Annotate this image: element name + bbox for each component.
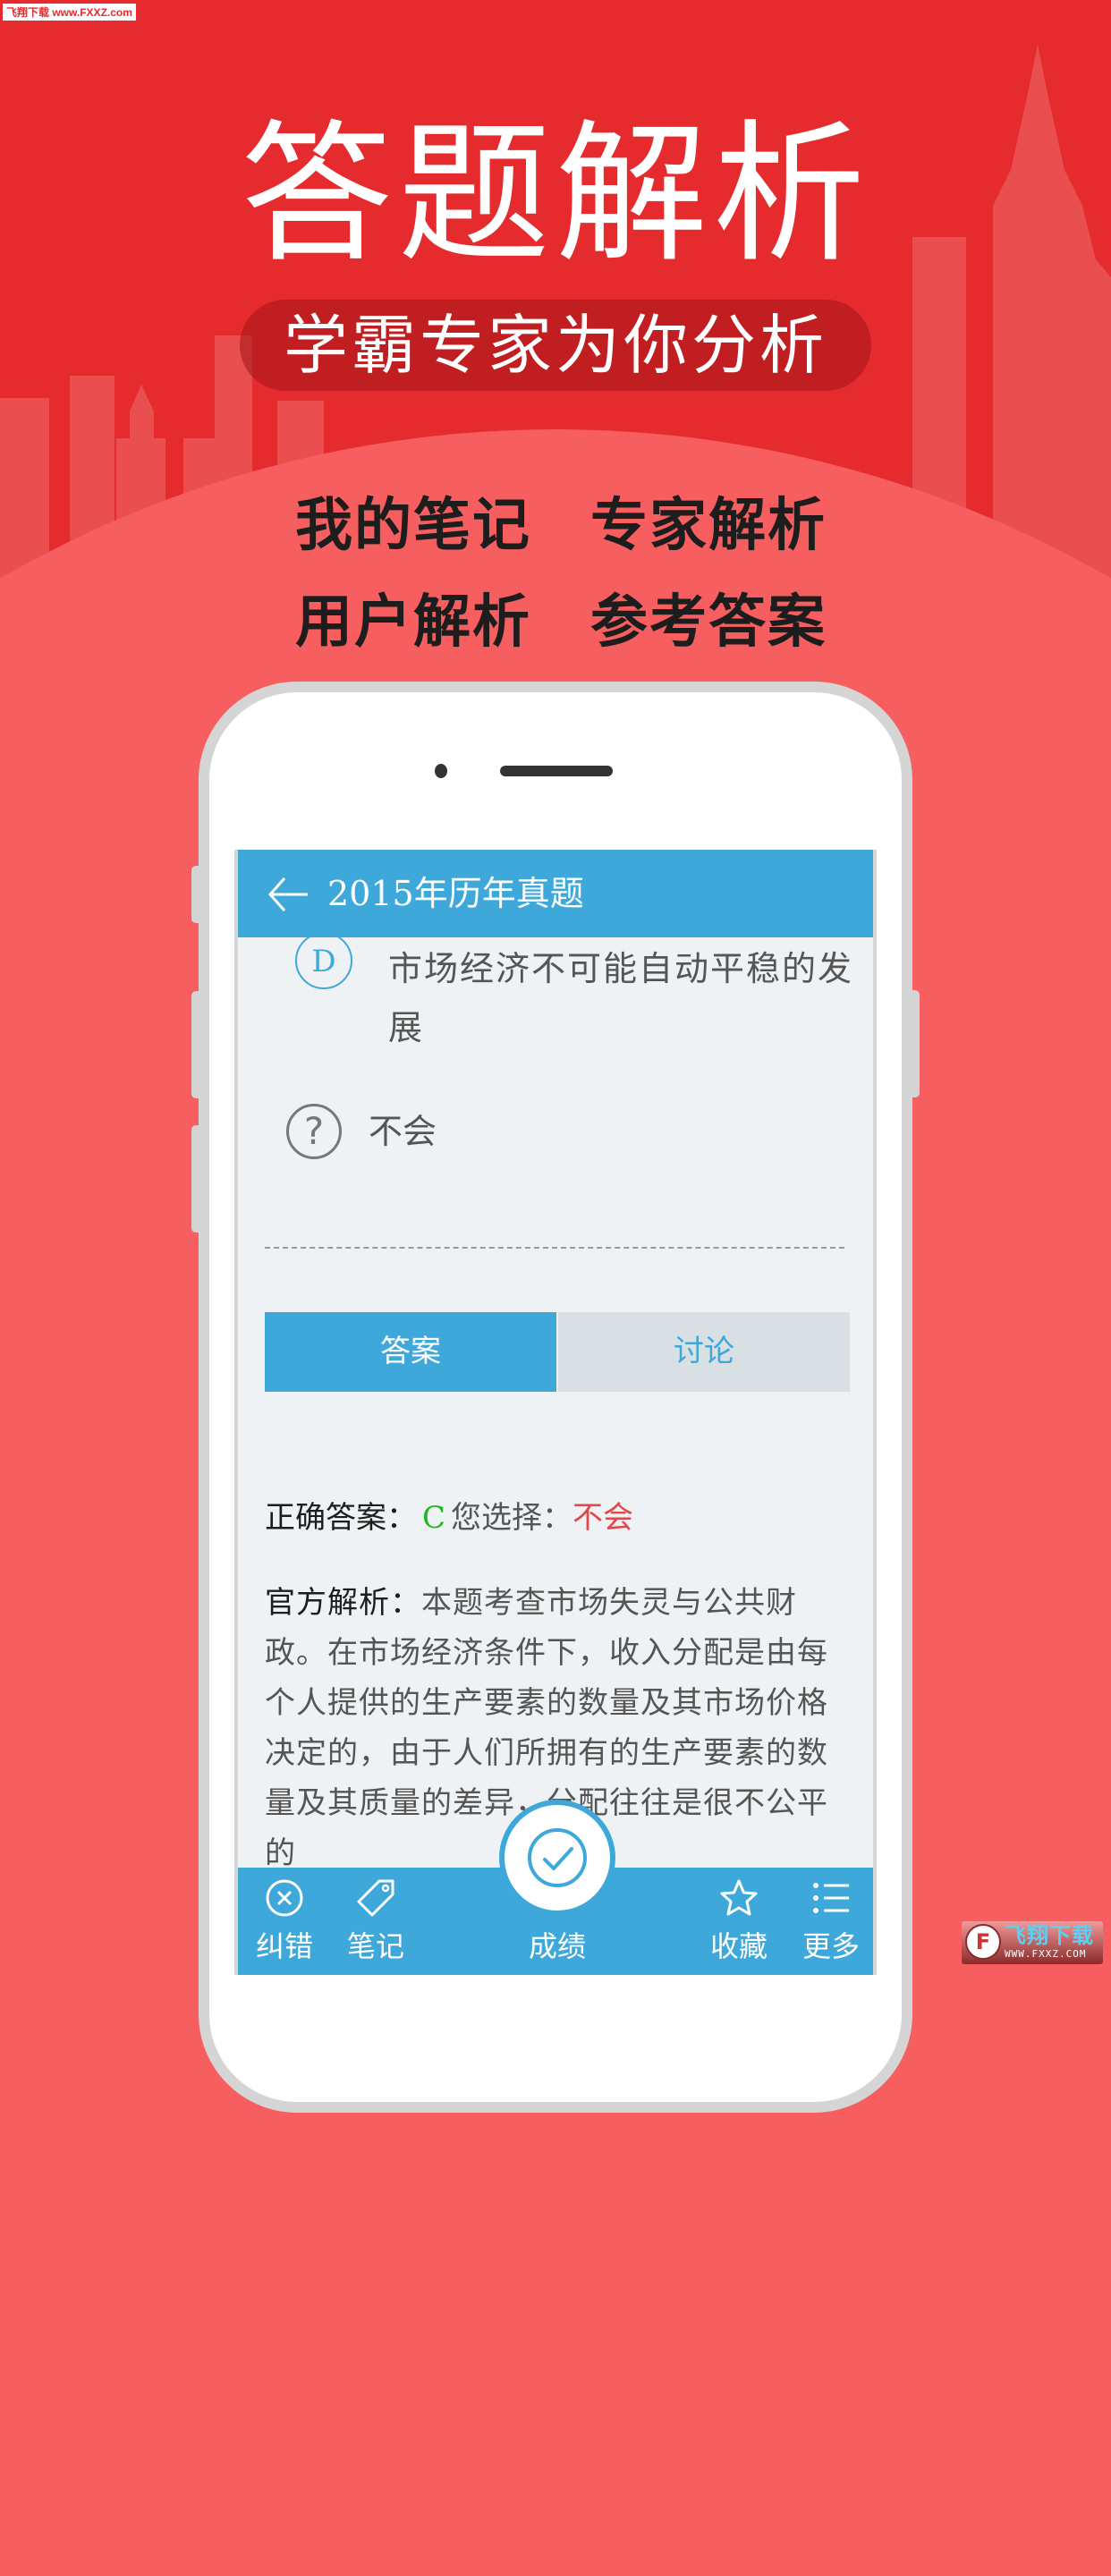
- back-arrow-icon[interactable]: [265, 875, 310, 914]
- header-title: 2015年历年真题: [327, 874, 584, 913]
- feature-reference-answer: 参考答案: [590, 589, 827, 656]
- nav-label: 笔记: [346, 1929, 404, 1963]
- nav-item-more[interactable]: 更多: [777, 1868, 873, 1975]
- your-choice-value: 不会: [572, 1500, 634, 1536]
- banner-subtitle: 学霸专家为你分析: [283, 308, 827, 383]
- option-d-text[interactable]: 市场经济不可能自动平稳的发展: [388, 939, 853, 1057]
- close-circle-icon: [266, 1879, 303, 1917]
- nav-item-notes[interactable]: 笔记: [322, 1868, 429, 1975]
- feature-user-analysis: 用户解析: [295, 589, 531, 656]
- star-icon: [720, 1879, 758, 1916]
- tag-icon: [357, 1879, 394, 1917]
- nav-label: 成绩: [528, 1929, 586, 1963]
- app-screen: 2015年历年真题 D 市场经济不可能自动平稳的发展 ? 不会 答案 讨论 正确…: [234, 850, 877, 1975]
- dont-know-option[interactable]: 不会: [369, 1109, 437, 1154]
- phone-camera: [435, 764, 447, 778]
- question-circle-icon[interactable]: ?: [286, 1104, 342, 1159]
- brand-badge: F 飞翔下载 WWW.FXXZ.COM: [962, 1921, 1103, 1964]
- nav-item-favorites[interactable]: 收藏: [685, 1868, 793, 1975]
- tab-discussion[interactable]: 讨论: [558, 1312, 850, 1392]
- phone-speaker: [500, 766, 613, 776]
- dashed-divider: [265, 1247, 844, 1249]
- feature-expert-analysis: 专家解析: [590, 493, 827, 559]
- option-d-badge[interactable]: D: [295, 932, 352, 989]
- answer-summary: 正确答案： C 您选择：不会: [265, 1496, 633, 1540]
- tab-answer[interactable]: 答案: [265, 1312, 556, 1392]
- analysis-label: 官方解析：: [265, 1585, 421, 1621]
- feature-my-notes: 我的笔记: [295, 493, 531, 559]
- list-icon: [813, 1883, 849, 1913]
- watermark: 飞翔下载 www.FXXZ.com: [3, 4, 136, 21]
- nav-label: 更多: [801, 1929, 860, 1963]
- correct-answer-value: C: [422, 1500, 446, 1536]
- nav-label: 收藏: [709, 1929, 768, 1963]
- check-circle-icon: [528, 1828, 587, 1887]
- banner-title: 答题解析: [240, 106, 870, 284]
- correct-answer-label: 正确答案：: [265, 1500, 417, 1536]
- score-fab-button[interactable]: [499, 1800, 615, 1916]
- your-choice-label: 您选择：: [451, 1500, 573, 1536]
- app-header: 2015年历年真题: [238, 850, 873, 937]
- brand-url: WWW.FXXZ.COM: [1005, 1948, 1087, 1960]
- brand-logo-icon: F: [965, 1924, 1001, 1960]
- brand-name: 飞翔下载: [1005, 1923, 1094, 1948]
